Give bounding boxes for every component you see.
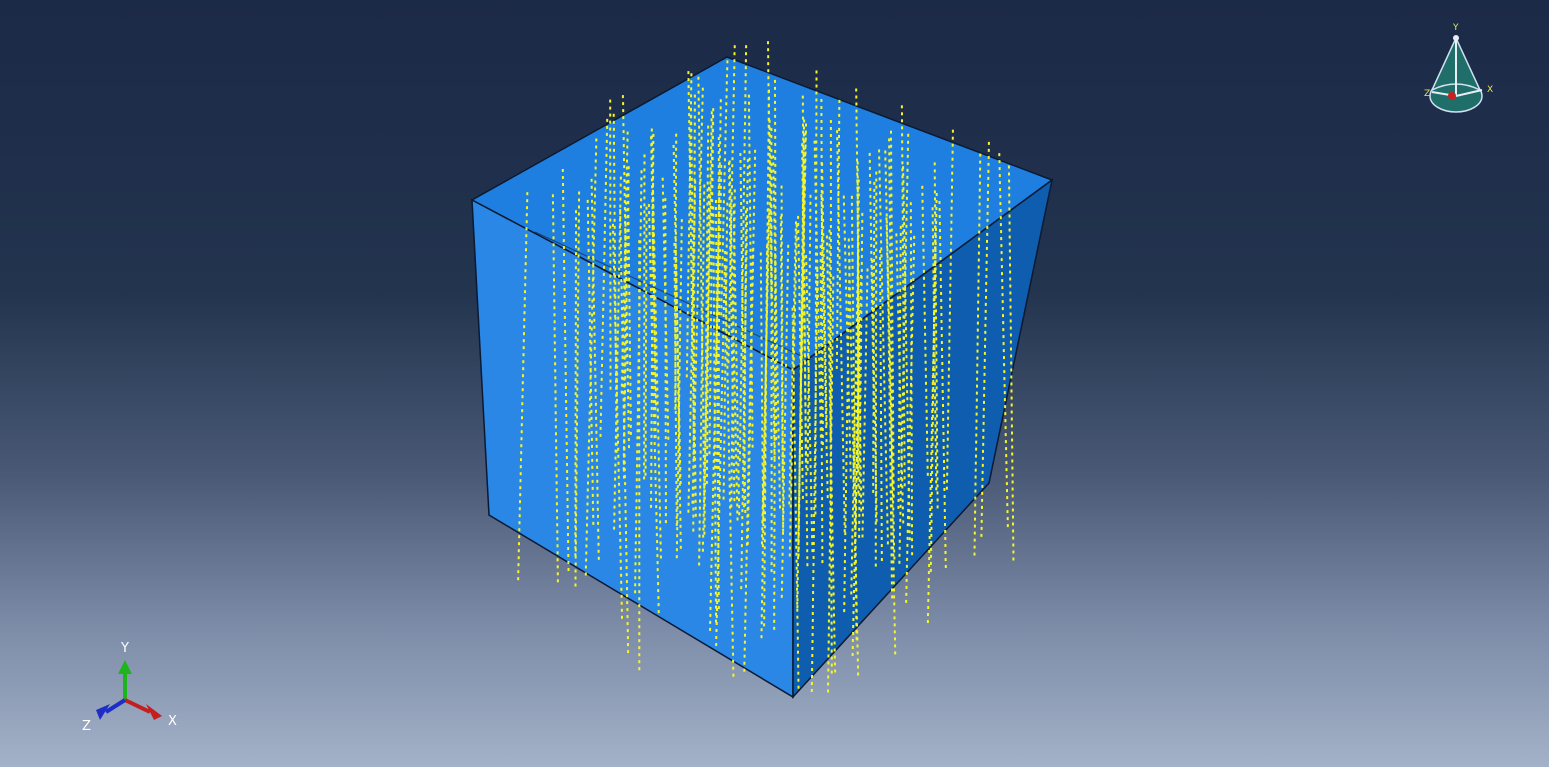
viewport[interactable]: Y X Z Y X Z [0,0,1549,767]
triad-x-label: X [168,714,177,729]
view-cube[interactable]: Y X Z [1418,20,1508,120]
view-cube-x-label: X [1487,85,1493,95]
coordinate-triad: Y X Z [82,641,177,734]
view-cube-y-label: Y [1452,23,1459,33]
triad-z-label: Z [82,719,91,734]
triad-y-label: Y [120,641,129,656]
model-view[interactable] [0,0,1549,767]
view-cube-z-label: Z [1424,89,1430,99]
view-cube-origin-icon [1448,92,1456,100]
y-axis-arrow-icon [118,660,132,674]
